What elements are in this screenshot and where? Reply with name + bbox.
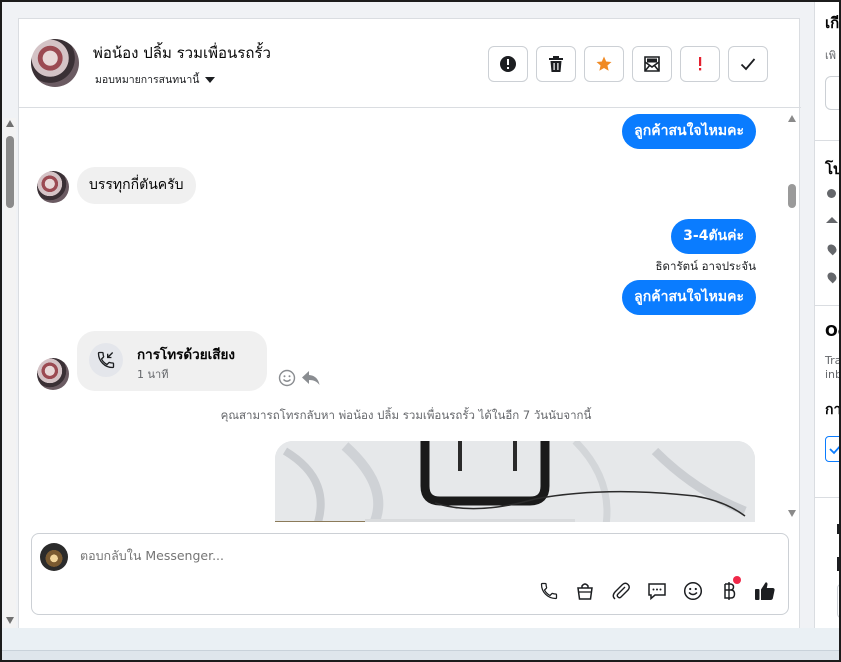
delete-button[interactable] xyxy=(536,46,576,82)
scroll-up-arrow[interactable] xyxy=(6,120,14,127)
panel-marker xyxy=(837,524,839,534)
like-button[interactable] xyxy=(754,580,776,602)
contact-name[interactable]: พ่อน้อง ปลิ้ม รวมเพื่อนรถรั้ว xyxy=(93,41,271,65)
profile-heading: โป xyxy=(825,160,841,178)
conversation-scrollbar[interactable] xyxy=(785,109,799,522)
exclamation-icon xyxy=(699,57,702,71)
panel-marker xyxy=(837,557,839,571)
alert-circle-icon xyxy=(500,56,516,72)
car-hood-photo xyxy=(275,441,755,522)
mark-done-button[interactable] xyxy=(728,46,768,82)
scroll-thumb[interactable] xyxy=(788,184,796,208)
conversation-panel: พ่อน้อง ปลิ้ม รวมเพื่อนรถรั้ว มอบหมายการ… xyxy=(18,18,801,628)
page-scrollbar[interactable] xyxy=(4,118,16,628)
labels-heading: กา xyxy=(825,402,841,418)
shopping-bag-icon xyxy=(577,583,593,600)
shop-button[interactable] xyxy=(574,580,596,602)
image-message[interactable] xyxy=(275,441,755,522)
contact-avatar[interactable] xyxy=(31,39,79,87)
window-bottom-strip xyxy=(2,628,839,660)
conversation-header: พ่อน้อง ปลิ้ม รวมเพื่อนรถรั้ว มอบหมายการ… xyxy=(19,19,801,108)
message-bubble-outgoing[interactable]: ลูกค้าสนใจไหมคะ xyxy=(622,280,756,315)
message-bubble-incoming[interactable]: บรรทุกกี่ตันครับ xyxy=(77,167,196,204)
message-list[interactable]: ลูกค้าสนใจไหมคะ บรรทุกกี่ตันครับ 3-4ตันค… xyxy=(19,109,801,522)
scroll-up-arrow[interactable] xyxy=(788,115,796,122)
orders-text-line: inb xyxy=(825,368,841,381)
call-button[interactable] xyxy=(538,580,560,602)
paperclip-icon xyxy=(612,582,630,600)
star-button[interactable] xyxy=(584,46,624,82)
call-duration: 1 นาที xyxy=(137,368,169,381)
page-avatar xyxy=(40,543,68,571)
divider xyxy=(815,305,839,306)
check-icon xyxy=(829,446,839,455)
location-pin-icon xyxy=(825,242,839,256)
details-subtext: เพิ xyxy=(825,49,837,62)
details-heading: เกี xyxy=(825,14,840,32)
sender-label: ธิดารัตน์ อาจประจัน xyxy=(655,259,756,273)
contact-avatar-small[interactable] xyxy=(37,358,69,390)
star-icon xyxy=(596,56,612,71)
orders-heading: Oc xyxy=(825,322,839,340)
emoji-react-icon[interactable] xyxy=(278,369,296,387)
spam-button[interactable] xyxy=(488,46,528,82)
details-input[interactable] xyxy=(825,76,839,110)
taskbar-edge xyxy=(2,650,839,660)
reply-icon[interactable] xyxy=(301,369,321,387)
attach-button[interactable] xyxy=(610,580,632,602)
message-input[interactable] xyxy=(80,548,680,563)
mail-icon xyxy=(644,56,660,72)
trash-icon xyxy=(549,56,563,72)
follow-up-button[interactable] xyxy=(680,46,720,82)
emoji-button[interactable] xyxy=(682,580,704,602)
divider xyxy=(815,140,839,141)
assign-label: มอบหมายการสนทนานี้ xyxy=(95,74,200,86)
app-window: พ่อน้อง ปลิ้ม รวมเพื่อนรถรั้ว มอบหมายการ… xyxy=(0,0,841,662)
clock-icon xyxy=(827,189,836,198)
voice-call-card[interactable]: การโทรด้วยเสียง 1 นาที xyxy=(77,331,267,391)
call-title: การโทรด้วยเสียง xyxy=(137,347,236,363)
phone-icon xyxy=(540,582,558,600)
scroll-down-arrow[interactable] xyxy=(788,510,796,517)
mark-unread-button[interactable] xyxy=(632,46,672,82)
system-note: คุณสามารถโทรกลับหา พ่อน้อง ปลิ้ม รวมเพื่… xyxy=(220,408,592,422)
check-icon xyxy=(740,58,756,71)
thumbs-up-icon xyxy=(755,582,775,600)
baht-icon xyxy=(724,582,736,600)
panel-input[interactable] xyxy=(837,584,839,618)
orders-text-line: Tra xyxy=(825,354,841,367)
graduation-icon xyxy=(826,217,838,223)
contact-avatar-small[interactable] xyxy=(37,171,69,203)
label-checkbox[interactable] xyxy=(825,436,839,462)
caret-down-icon xyxy=(205,76,216,83)
reply-composer xyxy=(31,533,789,615)
emoji-icon xyxy=(683,581,703,601)
scroll-thumb[interactable] xyxy=(6,136,14,208)
saved-replies-button[interactable] xyxy=(646,580,668,602)
notification-dot xyxy=(733,576,741,584)
divider xyxy=(815,497,839,498)
contact-details-panel: เกี เพิ โป Oc Tra inb กา xyxy=(814,2,841,628)
message-bubble-outgoing[interactable]: ลูกค้าสนใจไหมคะ xyxy=(622,114,756,149)
scroll-down-arrow[interactable] xyxy=(6,617,14,624)
call-icon-wrap xyxy=(89,343,123,377)
message-bubble-outgoing[interactable]: 3-4ตันค่ะ xyxy=(671,219,756,254)
assign-conversation-dropdown[interactable]: มอบหมายการสนทนานี้ xyxy=(95,71,216,88)
incoming-call-icon xyxy=(97,351,115,369)
chat-icon xyxy=(648,583,666,601)
location-pin-icon xyxy=(825,270,839,284)
